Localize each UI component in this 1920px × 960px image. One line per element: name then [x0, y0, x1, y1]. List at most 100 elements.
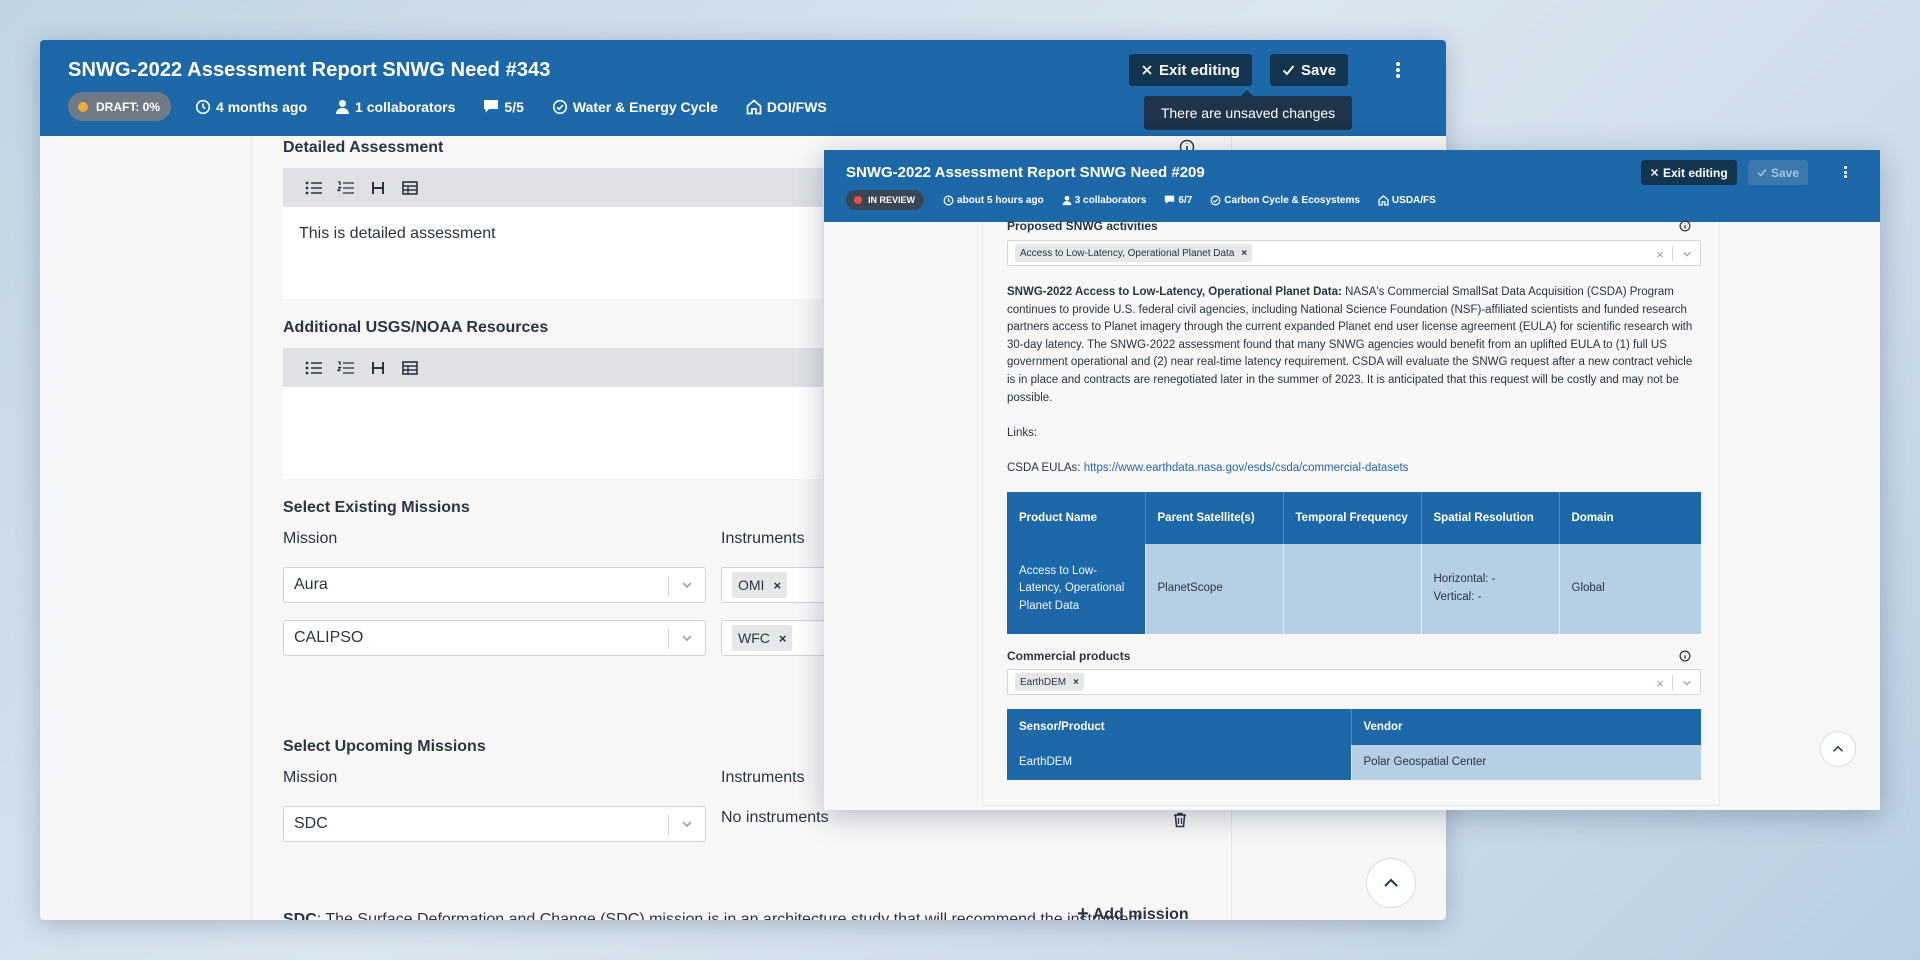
- instrument-tag: WFC ×: [732, 625, 793, 651]
- table-cell: Access to Low-Latency, Operational Plane…: [1007, 544, 1146, 634]
- clock-icon: [195, 99, 211, 114]
- info-icon[interactable]: [1679, 650, 1691, 662]
- table-row: EarthDEM Polar Geospatial Center: [1007, 745, 1701, 780]
- remove-tag-icon[interactable]: ×: [1241, 248, 1247, 259]
- exit-editing-button[interactable]: Exit editing: [1129, 54, 1252, 86]
- front-window: SNWG-2022 Assessment Report SNWG Need #2…: [824, 150, 1880, 810]
- more-options-icon[interactable]: [1388, 59, 1408, 81]
- detailed-assessment-editor[interactable]: This is detailed assessment: [283, 207, 823, 299]
- exit-editing-button[interactable]: Exit editing: [1641, 160, 1737, 185]
- mission-column-label: Mission: [283, 530, 338, 547]
- chevron-up-icon: [1832, 745, 1844, 752]
- table-cell: Horizontal: - Vertical: -: [1421, 544, 1560, 634]
- meta-row: DRAFT: 0% 4 months ago 1 collaborators 5…: [68, 92, 855, 121]
- instruments-select[interactable]: WFC ×: [721, 620, 831, 656]
- existing-missions-label: Select Existing Missions: [283, 499, 470, 516]
- table-header: Sensor/Product: [1007, 709, 1352, 745]
- table-header-row: Sensor/Product Vendor: [1007, 709, 1701, 745]
- table-header: Domain: [1559, 492, 1701, 544]
- remove-tag-icon[interactable]: ×: [779, 631, 787, 646]
- remove-tag-icon[interactable]: ×: [773, 578, 781, 593]
- detailed-editor-toolbar: [283, 168, 823, 207]
- topic-meta: Carbon Cycle & Ecosystems: [1210, 195, 1360, 206]
- unsaved-changes-tooltip: There are unsaved changes: [1144, 90, 1352, 130]
- table-icon[interactable]: [401, 359, 419, 377]
- front-header: SNWG-2022 Assessment Report SNWG Need #2…: [824, 150, 1880, 222]
- table-icon[interactable]: [401, 179, 419, 197]
- agency-meta: DOI/FWS: [746, 99, 827, 115]
- chevron-down-icon: [682, 582, 692, 589]
- clock-icon: [943, 195, 954, 205]
- detailed-assessment-label: Detailed Assessment: [283, 139, 444, 156]
- table-header-row: Product Name Parent Satellite(s) Tempora…: [1007, 492, 1701, 544]
- instrument-tag: OMI ×: [732, 572, 788, 598]
- remove-tag-icon[interactable]: ×: [1073, 677, 1079, 688]
- mission-select[interactable]: CALIPSO: [283, 620, 706, 656]
- table-header: Vendor: [1351, 709, 1701, 745]
- heading-icon[interactable]: [369, 359, 387, 377]
- bullet-list-icon[interactable]: [305, 359, 323, 377]
- upcoming-missions-label: Select Upcoming Missions: [283, 738, 486, 755]
- upcoming-mission-select[interactable]: SDC: [283, 806, 706, 842]
- scroll-top-button[interactable]: [1366, 858, 1416, 908]
- building-icon: [1378, 194, 1389, 206]
- close-icon: [1142, 65, 1152, 75]
- check-circle-icon: [1210, 195, 1221, 205]
- chevron-down-icon[interactable]: [1682, 678, 1692, 688]
- sdc-description-text: SDC: The Surface Deformation and Change …: [283, 911, 1142, 920]
- table-header: Temporal Frequency: [1283, 492, 1422, 544]
- trash-icon[interactable]: [1173, 812, 1187, 828]
- instruments-select[interactable]: OMI ×: [721, 567, 831, 603]
- activity-description: SNWG-2022 Access to Low-Latency, Operati…: [1007, 286, 1693, 404]
- clear-icon[interactable]: ×: [1656, 676, 1664, 691]
- mission-column-label: Mission: [283, 769, 338, 786]
- save-button[interactable]: Save: [1270, 54, 1349, 86]
- bullet-list-icon[interactable]: [305, 179, 323, 197]
- additional-editor-toolbar: [283, 348, 823, 387]
- product-tag: EarthDEM ×: [1015, 673, 1084, 691]
- comments-meta[interactable]: 5/5: [483, 99, 524, 115]
- agency-meta: USDA/FS: [1378, 195, 1436, 206]
- building-icon: [746, 98, 762, 114]
- mission-select[interactable]: Aura: [283, 567, 706, 603]
- chevron-down-icon: [682, 635, 692, 642]
- table-cell: Polar Geospatial Center: [1351, 745, 1701, 780]
- proposed-activities-select[interactable]: Access to Low-Latency, Operational Plane…: [1007, 240, 1701, 266]
- user-icon: [336, 99, 350, 114]
- chevron-down-icon[interactable]: [1682, 249, 1692, 259]
- table-cell: Global: [1559, 544, 1701, 634]
- table-header: Product Name: [1007, 492, 1146, 544]
- close-icon: [1650, 168, 1659, 177]
- collaborators-meta[interactable]: 3 collaborators: [1062, 195, 1146, 206]
- check-icon: [1282, 65, 1295, 76]
- vendor-table: Sensor/Product Vendor EarthDEM Polar Geo…: [1007, 709, 1701, 780]
- status-badge: DRAFT: 0%: [68, 92, 172, 121]
- eula-line: CSDA EULAs: https://www.earthdata.nasa.g…: [1007, 462, 1409, 474]
- save-button[interactable]: Save: [1748, 160, 1809, 185]
- updated-meta: about 5 hours ago: [943, 195, 1044, 206]
- status-dot-icon: [78, 101, 88, 112]
- more-options-icon[interactable]: [1838, 164, 1852, 180]
- table-header: Spatial Resolution: [1421, 492, 1560, 544]
- status-badge: IN REVIEW: [846, 190, 925, 210]
- additional-resources-label: Additional USGS/NOAA Resources: [283, 319, 549, 336]
- status-dot-icon: [854, 196, 862, 204]
- heading-icon[interactable]: [369, 179, 387, 197]
- additional-resources-editor[interactable]: [283, 387, 823, 479]
- chevron-up-icon: [1384, 878, 1398, 887]
- clear-icon[interactable]: ×: [1656, 247, 1664, 262]
- updated-meta: 4 months ago: [195, 99, 307, 115]
- product-table: Product Name Parent Satellite(s) Tempora…: [1007, 492, 1701, 634]
- collaborators-meta[interactable]: 1 collaborators: [335, 99, 455, 115]
- numbered-list-icon[interactable]: [337, 179, 355, 197]
- commercial-products-label: Commercial products: [1007, 649, 1131, 663]
- numbered-list-icon[interactable]: [337, 359, 355, 377]
- check-circle-icon: [552, 99, 567, 114]
- info-icon[interactable]: [1679, 220, 1691, 232]
- page-title: SNWG-2022 Assessment Report SNWG Need #3…: [68, 59, 551, 81]
- comments-meta[interactable]: 6/7: [1164, 195, 1192, 206]
- commercial-products-select[interactable]: EarthDEM × ×: [1007, 669, 1701, 695]
- scroll-top-button[interactable]: [1820, 731, 1856, 767]
- meta-row: IN REVIEW about 5 hours ago 3 collaborat…: [846, 190, 1454, 210]
- eula-link[interactable]: https://www.earthdata.nasa.gov/esds/csda…: [1084, 462, 1409, 474]
